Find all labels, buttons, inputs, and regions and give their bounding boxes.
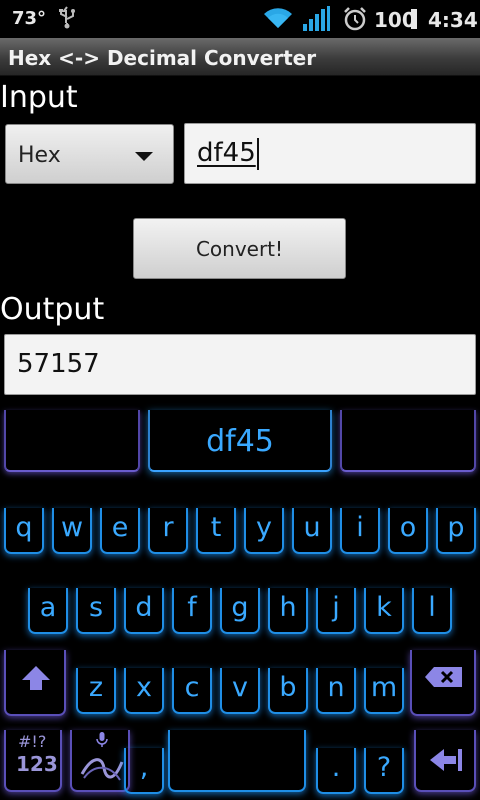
backspace-icon — [425, 667, 462, 687]
keyboard-key[interactable]: g — [220, 588, 260, 634]
wifi-icon — [264, 8, 292, 28]
keyboard-key[interactable]: v — [220, 668, 260, 714]
alarm-icon — [344, 7, 366, 31]
keyboard-key[interactable]: b — [268, 668, 308, 714]
keyboard-key[interactable]: z — [76, 668, 116, 714]
keyboard-key[interactable]: t — [196, 508, 236, 554]
keyboard-key[interactable]: , — [124, 748, 164, 794]
candidate-slot-right[interactable] — [340, 410, 476, 472]
keyboard-key[interactable]: . — [316, 748, 356, 794]
text-cursor — [257, 138, 259, 170]
output-field[interactable]: 57157 — [4, 334, 476, 395]
battery-level-text: 100 — [374, 8, 416, 32]
dropdown-arrow-icon — [135, 152, 153, 161]
swype-logo-icon — [80, 758, 124, 781]
voice-input-key[interactable] — [70, 730, 130, 792]
keyboard-key[interactable]: o — [388, 508, 428, 554]
keyboard-key[interactable]: ? — [364, 748, 404, 794]
output-field-value: 57157 — [17, 349, 100, 379]
keyboard-key[interactable]: u — [292, 508, 332, 554]
keyboard-key[interactable]: f — [172, 588, 212, 634]
output-label: Output — [0, 292, 105, 327]
input-label: Input — [0, 80, 78, 115]
clock-text: 4:34 — [428, 8, 478, 32]
candidate-suggestion[interactable]: df45 — [148, 410, 332, 472]
input-field[interactable]: df45 — [184, 123, 476, 184]
microphone-icon — [96, 732, 108, 747]
battery-icon — [411, 9, 417, 29]
symbols-key[interactable]: #!? 123 — [4, 730, 62, 792]
keyboard-key[interactable]: m — [364, 668, 404, 714]
backspace-key[interactable] — [410, 650, 476, 716]
symbols-label: 123 — [16, 752, 58, 776]
keyboard-key[interactable]: k — [364, 588, 404, 634]
keyboard-key[interactable]: x — [124, 668, 164, 714]
soft-keyboard: df45 #!? 123 qwerty u i o p a s d f g h … — [0, 410, 480, 800]
shift-key[interactable] — [4, 650, 66, 716]
keyboard-key[interactable]: e — [100, 508, 140, 554]
keyboard-key[interactable]: n — [316, 668, 356, 714]
enter-key[interactable] — [414, 730, 476, 792]
shift-arrow-icon — [22, 666, 50, 690]
keyboard-key[interactable]: q — [4, 508, 44, 554]
symbols-hint: #!? — [18, 732, 47, 751]
input-type-spinner[interactable]: Hex — [5, 124, 174, 184]
convert-button[interactable]: Convert! — [133, 218, 346, 279]
keyboard-key[interactable]: p — [436, 508, 476, 554]
keyboard-key[interactable]: h — [268, 588, 308, 634]
space-key[interactable] — [168, 730, 306, 792]
keyboard-key[interactable]: c — [172, 668, 212, 714]
keyboard-key[interactable]: y — [244, 508, 284, 554]
usb-icon — [59, 6, 75, 29]
keyboard-key[interactable]: i — [340, 508, 380, 554]
candidate-slot-left[interactable] — [4, 410, 140, 472]
signal-icon — [303, 6, 330, 31]
keyboard-key[interactable]: j — [316, 588, 356, 634]
keyboard-key[interactable]: d — [124, 588, 164, 634]
keyboard-key[interactable]: r — [148, 508, 188, 554]
app-title-bar: Hex <-> Decimal Converter — [0, 38, 480, 76]
keyboard-key[interactable]: s — [76, 588, 116, 634]
app-title: Hex <-> Decimal Converter — [8, 46, 317, 70]
keyboard-key[interactable]: a — [28, 588, 68, 634]
enter-arrow-icon — [430, 749, 462, 771]
keyboard-key[interactable]: l — [412, 588, 452, 634]
input-field-value: df45 — [197, 138, 256, 168]
input-type-value: Hex — [18, 143, 61, 168]
status-bar: 73° 100 4:34 — [0, 0, 480, 38]
keyboard-key[interactable]: w — [52, 508, 92, 554]
temperature-text: 73° — [12, 8, 47, 29]
